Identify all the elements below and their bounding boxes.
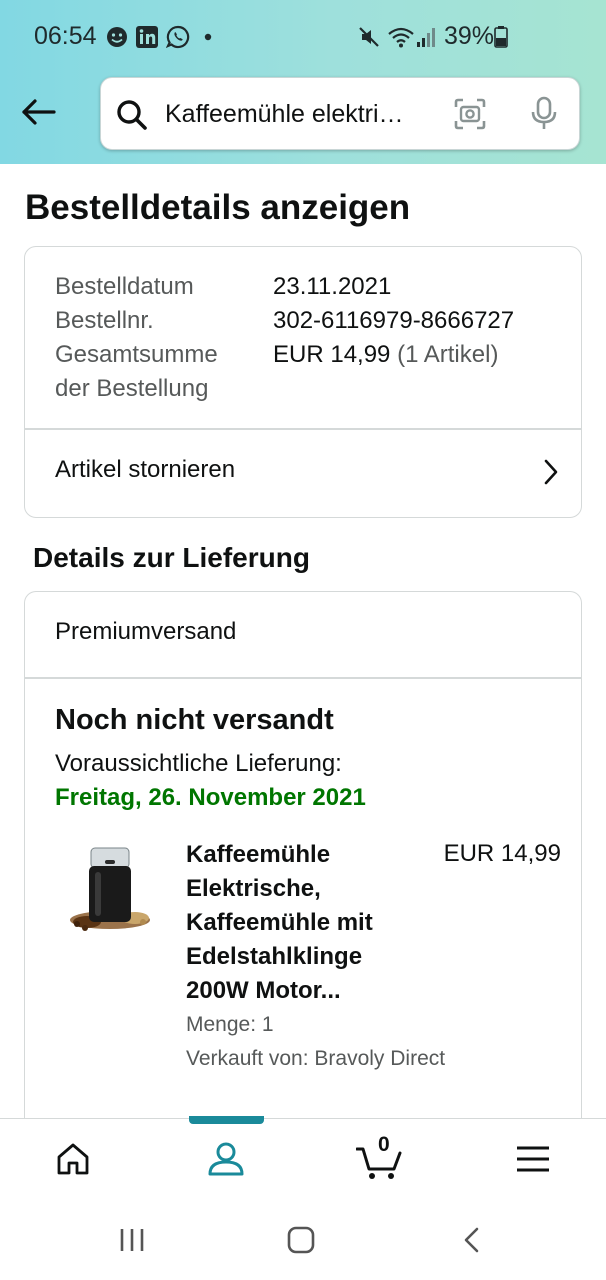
status-time: 06:54 bbox=[34, 22, 97, 50]
wifi-icon bbox=[388, 25, 414, 49]
delivery-section-title: Details zur Lieferung bbox=[33, 542, 310, 573]
search-icon bbox=[115, 98, 149, 137]
cart-icon: 0 bbox=[355, 1133, 402, 1181]
back-system-icon[interactable] bbox=[460, 1226, 484, 1259]
hamburger-menu-icon bbox=[516, 1146, 550, 1177]
product-title-link[interactable]: Kaffeemühle Elektrische, Kaffeemühle mit… bbox=[186, 838, 416, 1008]
order-number-value: 302-6116979-8666727 bbox=[273, 307, 515, 334]
recent-apps-icon[interactable] bbox=[118, 1226, 146, 1259]
product-price: EUR 14,99 bbox=[443, 840, 561, 867]
nav-cart-button[interactable]: 0 bbox=[355, 1133, 403, 1185]
delivery-eta-date: Freitag, 26. November 2021 bbox=[55, 784, 366, 811]
battery-icon bbox=[494, 25, 508, 49]
order-total-item-count: (1 Artikel) bbox=[397, 341, 499, 368]
cart-count-badge: 0 bbox=[378, 1133, 390, 1156]
order-total-amount: EUR 14,99 bbox=[273, 341, 391, 368]
active-tab-indicator bbox=[189, 1116, 264, 1124]
back-arrow-icon bbox=[20, 98, 56, 131]
search-input[interactable]: Kaffeemühle elektri… bbox=[165, 100, 437, 129]
product-quantity: Menge: 1 bbox=[186, 1013, 274, 1036]
more-notifications-dot-icon bbox=[204, 25, 212, 49]
system-navigation-bar bbox=[0, 1200, 606, 1280]
whatsapp-notification-icon bbox=[166, 25, 190, 49]
home-system-icon[interactable] bbox=[286, 1226, 316, 1259]
order-total-label-line2: der Bestellung bbox=[55, 375, 209, 402]
product-title-line: Kaffeemühle mit bbox=[186, 909, 373, 936]
delivery-card: Premiumversand Noch nicht versandt Vorau… bbox=[24, 591, 582, 1131]
order-total-label-line1: Gesamtsumme bbox=[55, 341, 218, 368]
mute-icon bbox=[358, 25, 380, 49]
product-image[interactable] bbox=[65, 842, 155, 934]
order-number-label: Bestellnr. bbox=[55, 307, 154, 334]
chevron-right-icon bbox=[543, 458, 559, 491]
cancel-items-label: Artikel stornieren bbox=[55, 456, 236, 483]
home-icon bbox=[55, 1142, 91, 1181]
search-bar[interactable]: Kaffeemühle elektri… bbox=[100, 77, 580, 150]
microphone-icon[interactable] bbox=[529, 96, 559, 137]
app-header: 06:54 39% Kaffeemühle elektri… bbox=[0, 0, 606, 164]
camera-search-icon[interactable] bbox=[453, 97, 487, 136]
product-seller: Verkauft von: Bravoly Direct bbox=[186, 1047, 446, 1070]
signal-icon bbox=[416, 25, 438, 49]
battery-percent: 39% bbox=[444, 22, 495, 50]
order-summary-card: Bestelldatum 23.11.2021 Bestellnr. 302-6… bbox=[24, 246, 582, 518]
cancel-items-row[interactable]: Artikel stornieren bbox=[25, 430, 581, 516]
status-bar: 06:54 39% bbox=[0, 0, 606, 76]
nav-home-button[interactable] bbox=[49, 1137, 97, 1185]
shipping-type: Premiumversand bbox=[55, 618, 237, 645]
person-icon bbox=[207, 1141, 245, 1182]
product-title-line: Edelstahlklinge bbox=[186, 943, 363, 970]
product-title-line: Elektrische, bbox=[186, 875, 321, 902]
product-title-line: Kaffeemühle bbox=[186, 841, 331, 868]
shipment-status: Noch nicht versandt bbox=[55, 704, 334, 736]
product-title-line: 200W Motor... bbox=[186, 977, 341, 1004]
order-total-value: EUR 14,99 (1 Artikel) bbox=[273, 341, 498, 369]
linkedin-notification-icon bbox=[136, 25, 158, 49]
order-date-value: 23.11.2021 bbox=[273, 273, 392, 300]
nav-account-button[interactable] bbox=[202, 1137, 250, 1185]
nav-menu-button[interactable] bbox=[509, 1137, 557, 1185]
order-date-label: Bestelldatum bbox=[55, 273, 194, 300]
page-title: Bestelldetails anzeigen bbox=[25, 188, 411, 227]
back-button[interactable] bbox=[16, 92, 60, 136]
bottom-navigation: 0 bbox=[0, 1116, 606, 1200]
divider bbox=[25, 677, 581, 679]
delivery-eta-label: Voraussichtliche Lieferung: bbox=[55, 750, 342, 777]
smiley-notification-icon bbox=[106, 25, 128, 49]
